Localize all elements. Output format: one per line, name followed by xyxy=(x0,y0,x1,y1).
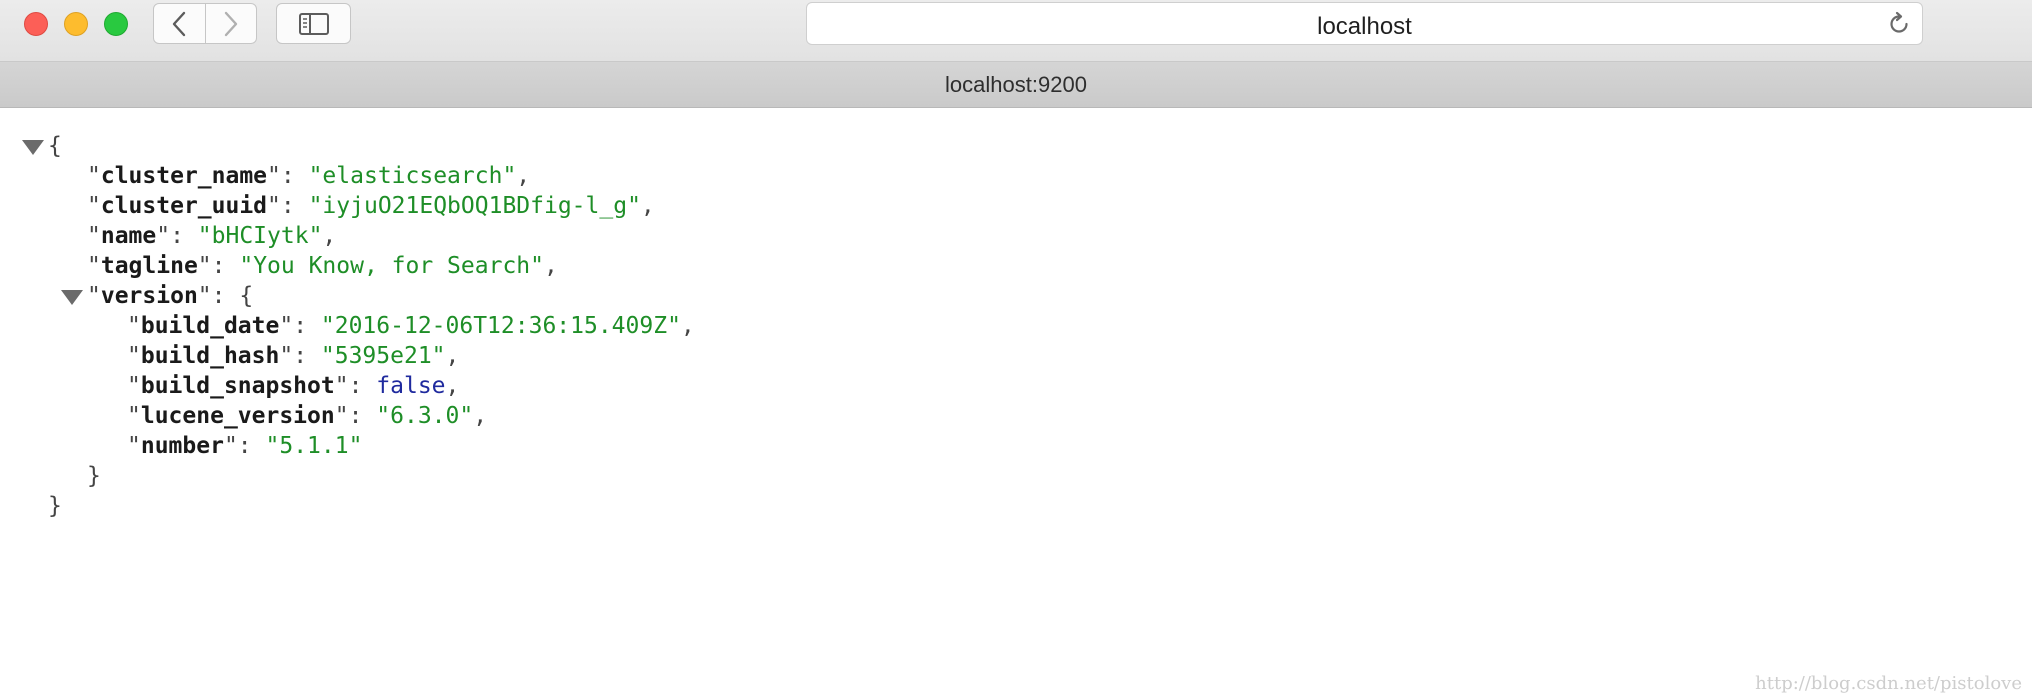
version-close-brace: } xyxy=(87,463,101,489)
json-key: cluster_uuid xyxy=(100,193,268,219)
json-field-row: "cluster_name": "elasticsearch", xyxy=(87,163,531,189)
version-open-brace: { xyxy=(239,283,254,309)
collapse-triangle-icon[interactable] xyxy=(61,290,83,305)
maximize-window-button[interactable] xyxy=(104,12,128,36)
tab-bar: localhost:9200 xyxy=(0,62,2032,108)
tab-title[interactable]: localhost:9200 xyxy=(0,72,2032,98)
json-field-row: "lucene_version": "6.3.0", xyxy=(127,403,488,429)
forward-button[interactable] xyxy=(204,4,257,43)
collapse-triangle-icon[interactable] xyxy=(22,140,44,155)
json-comma: , xyxy=(516,163,531,189)
json-comma: , xyxy=(680,313,695,339)
json-field-row: "cluster_uuid": "iyjuO21EQbOQ1BDfig-l_g"… xyxy=(87,193,655,219)
json-comma: , xyxy=(543,253,558,279)
json-key: build_date xyxy=(140,313,280,339)
json-viewer: { "cluster_name": "elasticsearch", "clus… xyxy=(0,108,2032,700)
json-value: "6.3.0" xyxy=(376,403,474,429)
json-field-row: "tagline": "You Know, for Search", xyxy=(87,253,558,279)
json-key: build_snapshot xyxy=(140,373,335,399)
minimize-window-button[interactable] xyxy=(64,12,88,36)
json-value: "bHCIytk" xyxy=(197,223,323,249)
sidebar-toggle-button[interactable] xyxy=(276,3,351,44)
back-chevron-icon xyxy=(173,11,186,36)
json-comma: , xyxy=(445,343,460,369)
navigation-buttons xyxy=(153,3,257,44)
address-bar[interactable]: localhost xyxy=(806,2,1923,45)
json-comma: , xyxy=(445,373,460,399)
json-value: "5.1.1" xyxy=(265,433,363,459)
json-value: "2016-12-06T12:36:15.409Z" xyxy=(320,313,681,339)
json-field-row: "number": "5.1.1" xyxy=(127,433,363,459)
json-key: number xyxy=(140,433,224,459)
json-key: name xyxy=(100,223,157,249)
json-value: "iyjuO21EQbOQ1BDfig-l_g" xyxy=(308,193,641,219)
json-value: "elasticsearch" xyxy=(308,163,517,189)
json-key: build_hash xyxy=(140,343,280,369)
back-button[interactable] xyxy=(154,4,205,43)
root-open-brace: { xyxy=(48,133,62,159)
json-comma: , xyxy=(322,223,337,249)
json-field-row: "build_hash": "5395e21", xyxy=(127,343,460,369)
json-key: cluster_name xyxy=(100,163,268,189)
root-close-brace: } xyxy=(48,493,62,519)
watermark: http://blog.csdn.net/pistolove xyxy=(1755,673,2022,694)
window-toolbar: localhost xyxy=(0,0,2032,62)
json-comma: , xyxy=(640,193,655,219)
json-value: false xyxy=(376,373,446,399)
sidebar-icon xyxy=(298,12,329,35)
json-key: tagline xyxy=(100,253,198,279)
json-comma: , xyxy=(473,403,488,429)
json-field-row: "build_snapshot": false, xyxy=(127,373,460,399)
reload-icon[interactable] xyxy=(1886,11,1912,37)
json-field-row: "name": "bHCIytk", xyxy=(87,223,337,249)
json-key: version xyxy=(100,283,198,309)
close-window-button[interactable] xyxy=(24,12,48,36)
json-field-row: "build_date": "2016-12-06T12:36:15.409Z"… xyxy=(127,313,695,339)
json-value: "You Know, for Search" xyxy=(239,253,544,279)
address-text[interactable]: localhost xyxy=(807,13,1922,41)
json-value: "5395e21" xyxy=(320,343,446,369)
forward-chevron-icon xyxy=(224,11,237,36)
json-object-row: "version": { xyxy=(87,283,254,309)
json-key: lucene_version xyxy=(140,403,335,429)
